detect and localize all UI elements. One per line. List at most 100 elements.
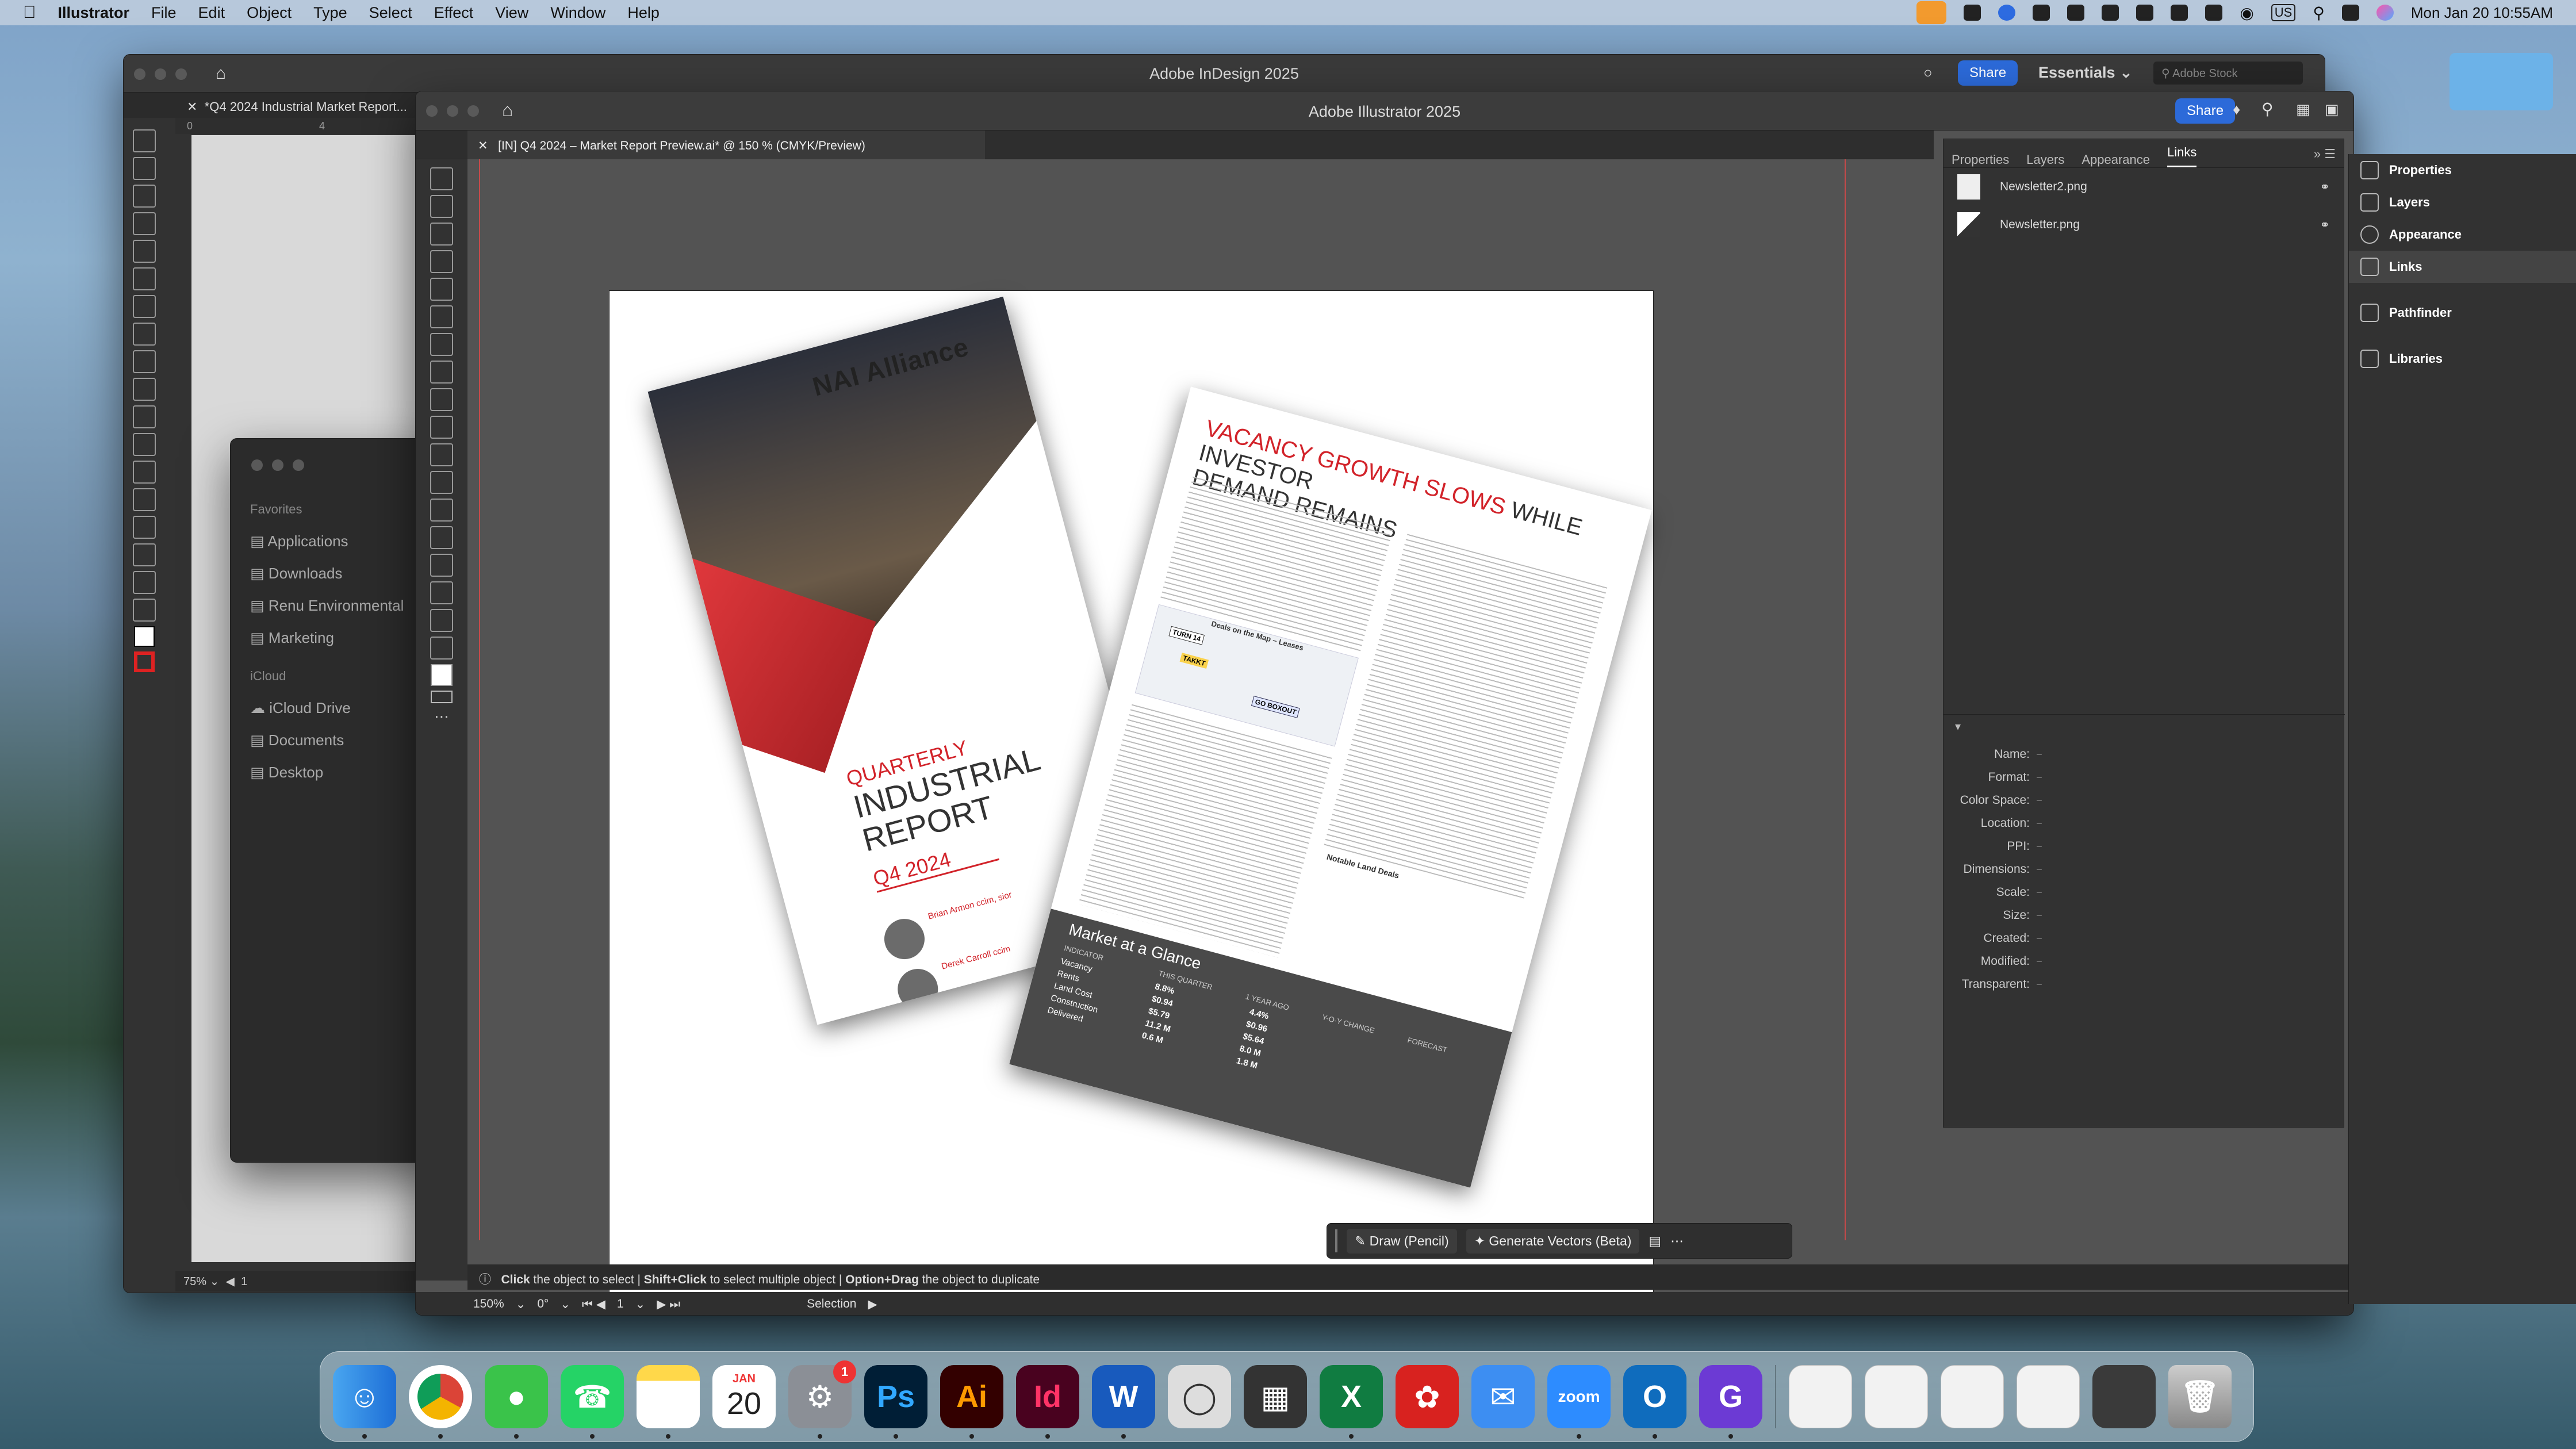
zoom-tool-icon[interactable] — [430, 609, 453, 632]
eraser-tool-icon[interactable] — [430, 388, 453, 411]
panel-layers[interactable]: Layers — [2349, 186, 2576, 218]
menu-edit[interactable]: Edit — [198, 4, 225, 22]
curvature-tool-icon[interactable] — [430, 250, 453, 273]
sidebar-item-documents[interactable]: ▤ Documents — [250, 724, 351, 756]
hand-tool-icon[interactable] — [430, 581, 453, 604]
direct-selection-tool-icon[interactable] — [430, 195, 453, 218]
whatsapp-icon[interactable]: ☎ — [561, 1365, 624, 1439]
tab-appearance[interactable]: Appearance — [2082, 152, 2150, 167]
lasso-tool-icon[interactable] — [430, 416, 453, 439]
status-app-icon[interactable] — [2136, 5, 2154, 21]
minimized-window-icon[interactable] — [1865, 1365, 1928, 1428]
link-info-toggle[interactable]: ▾ — [1943, 714, 2345, 737]
selection-tool-icon[interactable] — [430, 167, 453, 190]
app-menu[interactable]: Illustrator — [58, 4, 130, 22]
image-trace-icon[interactable]: ▤ — [1649, 1233, 1661, 1249]
photoshop-icon[interactable]: Ps — [864, 1365, 927, 1439]
status-app-icon[interactable] — [2102, 5, 2119, 21]
lightbulb-icon[interactable]: ○ — [1923, 64, 1933, 82]
indesign-icon[interactable]: Id — [1016, 1365, 1079, 1439]
hand-tool-icon[interactable] — [133, 571, 156, 594]
screenshot-icon[interactable]: ◯ — [1168, 1365, 1231, 1428]
tab-properties[interactable]: Properties — [1952, 152, 2009, 167]
panel-pathfinder[interactable]: Pathfinder — [2349, 297, 2576, 329]
drag-handle[interactable] — [1335, 1229, 1337, 1252]
color-mode-icon[interactable] — [431, 691, 453, 703]
panel-links[interactable]: Links — [2349, 251, 2576, 283]
excel-icon[interactable]: X — [1320, 1365, 1383, 1439]
calendar-icon[interactable]: JAN 20 — [712, 1365, 776, 1428]
mail-icon[interactable]: ✉ — [1471, 1365, 1535, 1428]
more-options-icon[interactable]: ⋯ — [1670, 1233, 1684, 1249]
rotate-tool-icon[interactable] — [430, 361, 453, 384]
zoom-status-icon[interactable] — [1998, 5, 2016, 21]
sidebar-item-desktop[interactable]: ▤ Desktop — [250, 756, 351, 788]
sidebar-item-renu[interactable]: ▤ Renu Environmental — [250, 589, 404, 622]
display-icon[interactable] — [2205, 5, 2223, 21]
siri-icon[interactable] — [2376, 5, 2394, 21]
minimized-window-icon[interactable] — [1941, 1365, 2004, 1428]
outlook-icon[interactable]: O — [1623, 1365, 1686, 1439]
search-icon[interactable]: ⚲ — [2261, 99, 2274, 118]
type-tool-icon[interactable] — [430, 333, 453, 356]
microphone-icon[interactable] — [1916, 1, 1947, 24]
rectangle-frame-icon[interactable] — [133, 378, 156, 401]
workspace-icon[interactable]: ▣ — [2325, 101, 2339, 118]
pen-tool-icon[interactable] — [430, 223, 453, 246]
eyedropper-icon[interactable] — [133, 543, 156, 566]
status-selection[interactable]: Selection — [807, 1297, 856, 1311]
selection-tool-icon[interactable] — [133, 129, 156, 152]
artboard-number[interactable]: 1 — [617, 1297, 624, 1311]
sidebar-item-marketing[interactable]: ▤ Marketing — [250, 622, 404, 654]
grammarly-icon[interactable]: G — [1699, 1365, 1762, 1439]
stroke-swatch[interactable] — [134, 651, 155, 672]
word-icon[interactable]: W — [1092, 1365, 1155, 1439]
draw-pencil-button[interactable]: ✎ Draw (Pencil) — [1347, 1228, 1457, 1254]
minimize-button[interactable] — [272, 459, 283, 471]
system-settings-icon[interactable]: ⚙ 1 — [788, 1360, 856, 1439]
pencil-tool-icon[interactable] — [133, 350, 156, 373]
page-tool-icon[interactable] — [133, 185, 156, 208]
gradient-tool-icon[interactable] — [133, 488, 156, 511]
more-tools-icon[interactable]: ⋯ — [434, 708, 449, 726]
blend-tool-icon[interactable] — [430, 499, 453, 522]
panel-menu-icon[interactable]: » ☰ — [2314, 147, 2336, 167]
stock-search-input[interactable]: ⚲ Adobe Stock — [2153, 62, 2303, 85]
menu-select[interactable]: Select — [369, 4, 412, 22]
rectangle-tool-icon[interactable] — [133, 405, 156, 428]
messages-icon[interactable]: ● — [485, 1365, 548, 1439]
tab-links[interactable]: Links — [2167, 145, 2197, 167]
content-collector-icon[interactable] — [133, 240, 156, 263]
rotate-view-field[interactable]: 0° — [537, 1297, 549, 1311]
draw-mode-icon[interactable] — [430, 637, 453, 660]
status-app-icon[interactable] — [2067, 5, 2085, 21]
menu-effect[interactable]: Effect — [434, 4, 474, 22]
pen-tool-icon[interactable] — [133, 323, 156, 346]
menu-help[interactable]: Help — [627, 4, 660, 22]
stack-folder-icon[interactable] — [1789, 1365, 1852, 1428]
menu-file[interactable]: File — [151, 4, 177, 22]
control-center-icon[interactable] — [2341, 5, 2359, 21]
bell-icon[interactable]: ♦ — [2233, 101, 2240, 118]
rectangle-tool-icon[interactable] — [430, 278, 453, 301]
calculator-icon[interactable]: ▦ — [1244, 1365, 1307, 1428]
acrobat-icon[interactable]: ✿ — [1396, 1365, 1459, 1428]
gap-tool-icon[interactable] — [133, 212, 156, 235]
finder-icon[interactable]: ☺ — [333, 1365, 396, 1439]
zoom-tool-icon[interactable] — [133, 599, 156, 622]
menu-object[interactable]: Object — [247, 4, 292, 22]
grammarly-status-icon[interactable] — [2033, 5, 2050, 21]
clock[interactable]: Mon Jan 20 10:55AM — [2411, 4, 2553, 22]
eyedropper-icon[interactable] — [430, 471, 453, 494]
close-button[interactable] — [251, 459, 263, 471]
page-number[interactable]: 1 — [241, 1275, 247, 1288]
arrange-documents-icon[interactable]: ▦ — [2296, 101, 2310, 118]
type-tool-icon[interactable] — [133, 267, 156, 290]
trash-icon[interactable]: 🗑 — [2168, 1365, 2232, 1428]
status-app-icon[interactable] — [1964, 5, 1981, 21]
link-row[interactable]: Newsletter.png ⚭ — [1943, 206, 2344, 244]
share-button[interactable]: Share — [1958, 60, 2018, 86]
sidebar-item-icloud-drive[interactable]: ☁ iCloud Drive — [250, 692, 351, 724]
minimized-window-icon[interactable] — [2092, 1365, 2156, 1428]
paintbrush-tool-icon[interactable] — [430, 305, 453, 328]
